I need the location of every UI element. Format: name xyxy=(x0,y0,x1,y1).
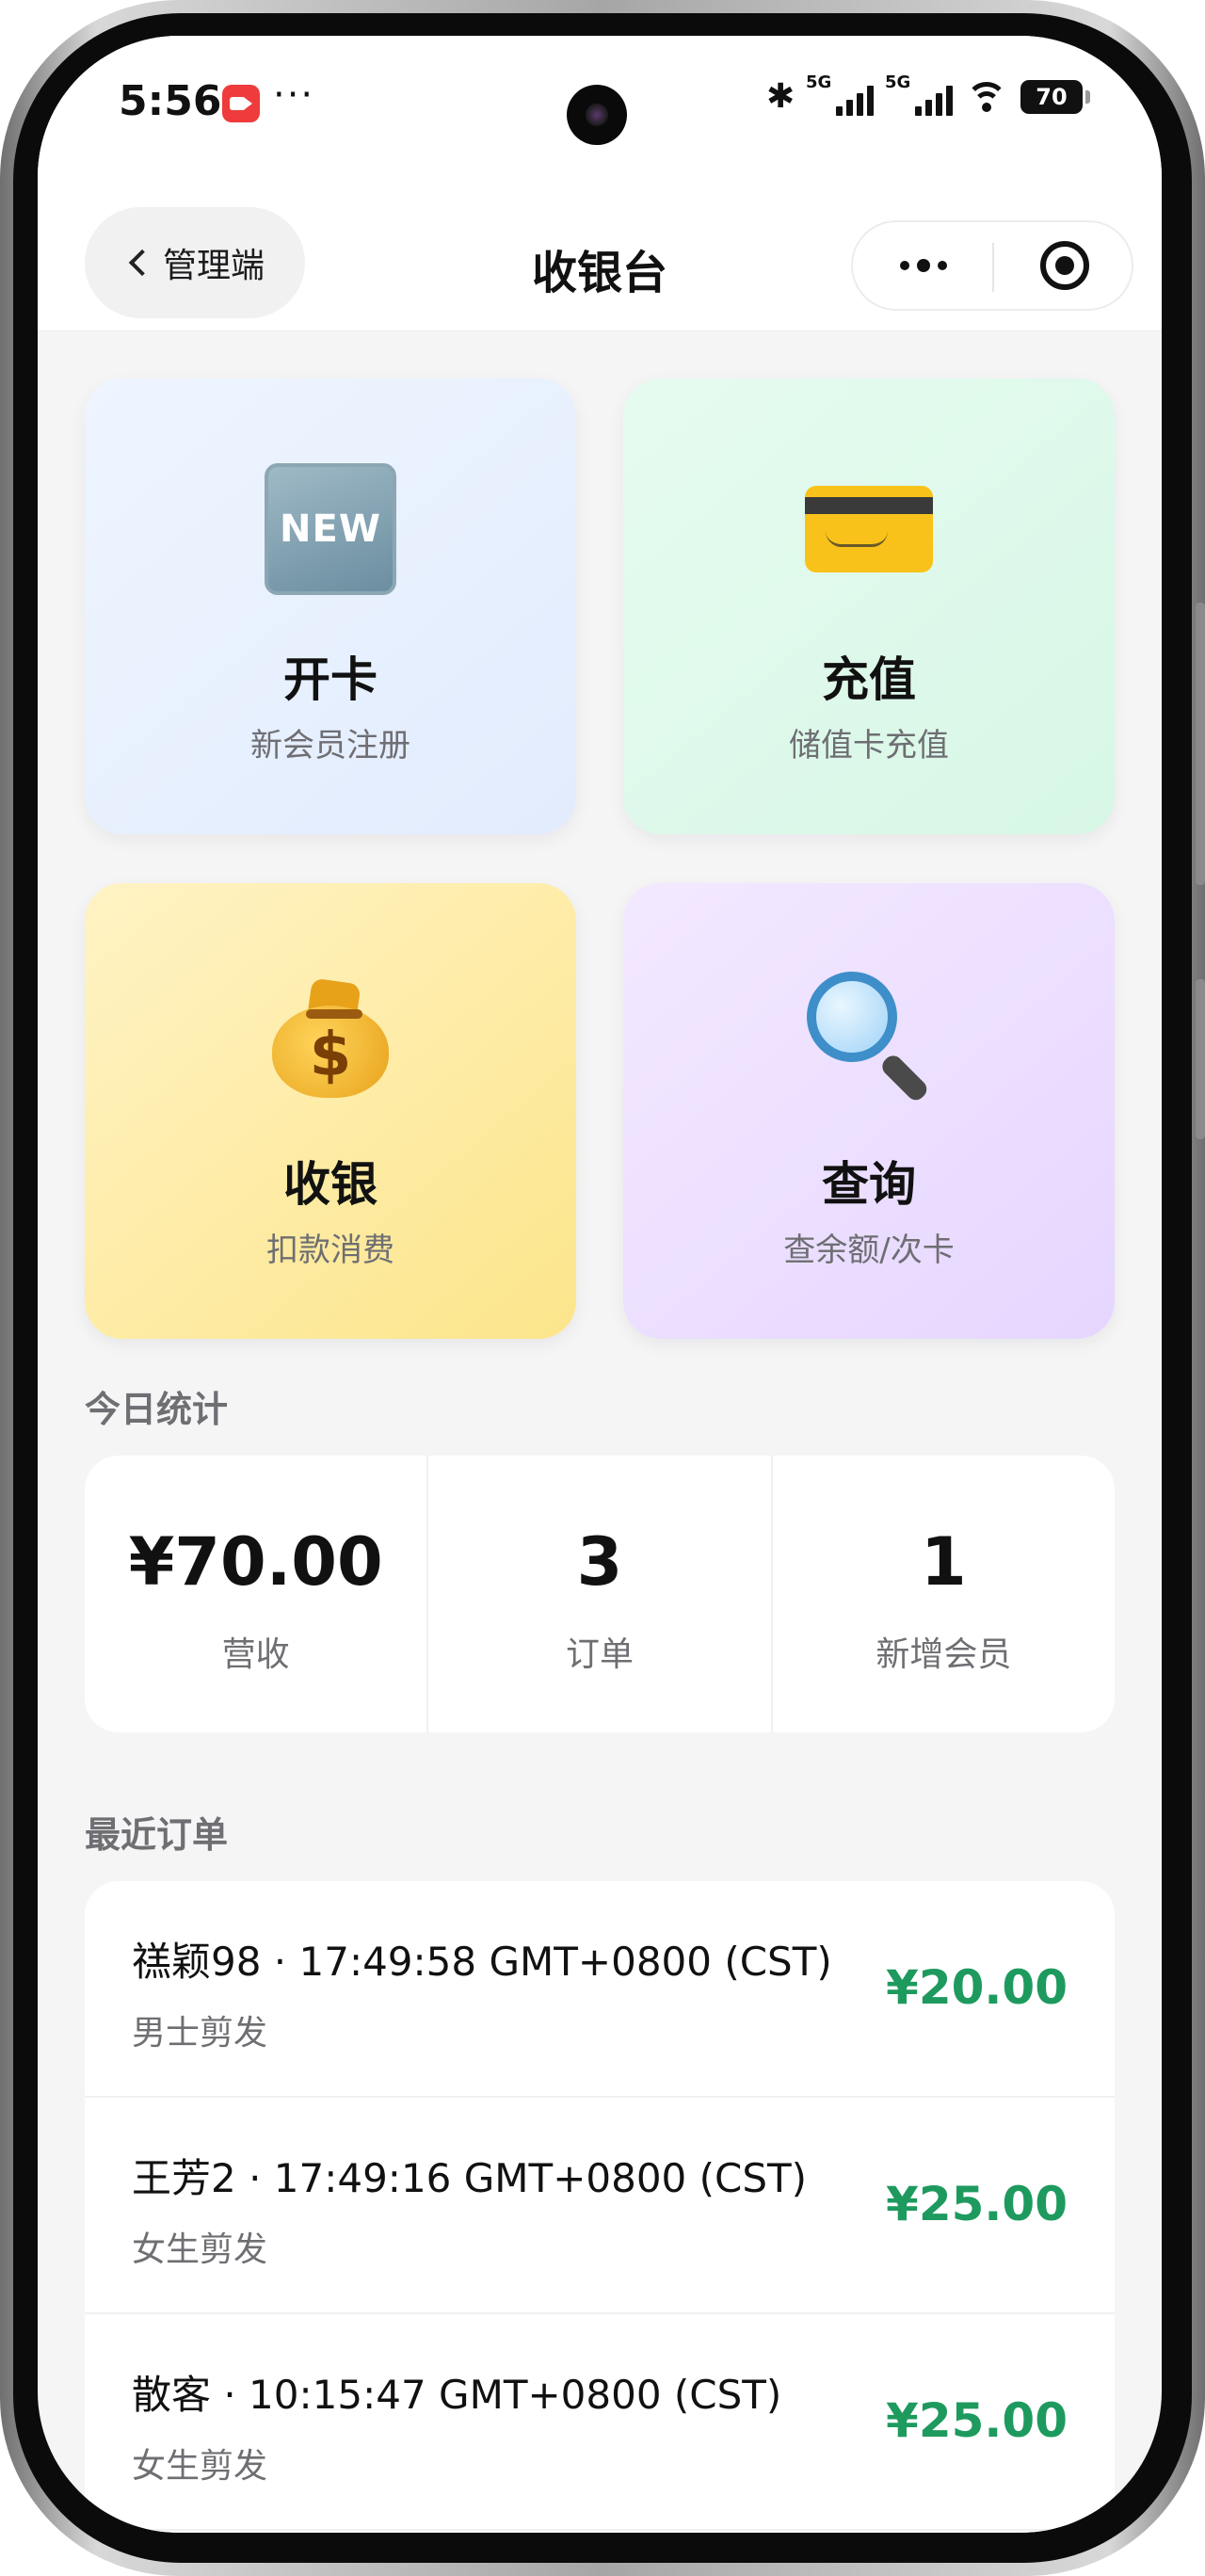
stats-card: ¥70.00 营收 3 订单 1 新增会员 xyxy=(85,1456,1115,1732)
action-grid: NEW 开卡 新会员注册 充值 储值卡充值 $ 收银 扣款消费 查询 查余额/次… xyxy=(85,378,1115,1339)
order-amount: ¥20.00 xyxy=(886,1960,1068,2015)
dollar-sign: $ xyxy=(309,1021,352,1090)
recharge-button[interactable]: 充值 储值卡充值 xyxy=(623,378,1115,834)
status-time: 5:56 xyxy=(119,77,222,125)
new-badge-icon: NEW xyxy=(265,463,396,595)
query-button[interactable]: 查询 查余额/次卡 xyxy=(623,883,1115,1339)
stat-orders: 3 订单 xyxy=(426,1456,770,1732)
card-title: 充值 xyxy=(822,652,916,707)
magnifier-icon xyxy=(803,968,935,1104)
mini-program-capsule xyxy=(851,220,1133,311)
more-menu-button[interactable] xyxy=(853,222,994,309)
money-bag-icon: $ xyxy=(265,968,396,1100)
new-badge-text: NEW xyxy=(280,507,381,551)
card-title: 查询 xyxy=(822,1157,916,1212)
close-mini-program-button[interactable] xyxy=(994,222,1135,309)
signal-icon: 5G xyxy=(885,72,953,116)
order-service: 女生剪发 xyxy=(132,2447,268,2486)
wifi-icon xyxy=(964,78,1009,116)
bluetooth-icon: ✱ xyxy=(766,77,795,116)
order-title: 王芳2 · 17:49:16 GMT+0800 (CST) xyxy=(132,2155,808,2201)
target-icon xyxy=(1040,241,1089,290)
dot-icon xyxy=(938,261,947,270)
order-amount: ¥25.00 xyxy=(886,2393,1068,2448)
dot-icon xyxy=(917,259,930,272)
battery-icon: 70 xyxy=(1020,79,1090,114)
stat-value: 1 xyxy=(920,1523,967,1601)
status-bar: 5:56 ··· ✱ 5G 5G 70 xyxy=(38,36,1162,177)
card-title: 开卡 xyxy=(283,652,378,707)
volume-button xyxy=(1196,603,1205,885)
nav-bar: 管理端 收银台 xyxy=(38,177,1162,331)
card-subtitle: 储值卡充值 xyxy=(789,727,949,765)
card-subtitle: 新会员注册 xyxy=(250,727,410,765)
power-button xyxy=(1196,979,1205,1139)
credit-card-icon xyxy=(803,463,935,595)
stat-label: 订单 xyxy=(565,1635,634,1674)
orders-section-title: 最近订单 xyxy=(85,1814,229,1856)
screen: 5:56 ··· ✱ 5G 5G 70 管理端 收银台 NEW 开卡 新会员注册… xyxy=(38,36,1162,2533)
dot-icon xyxy=(900,261,909,270)
stat-label: 营收 xyxy=(221,1635,290,1674)
signal-label: 5G xyxy=(885,72,911,92)
order-row[interactable]: 禚颖98 · 17:49:58 GMT+0800 (CST) 男士剪发 ¥20.… xyxy=(85,1881,1115,2098)
front-camera xyxy=(567,85,627,145)
stats-section-title: 今日统计 xyxy=(85,1389,229,1430)
stat-label: 新增会员 xyxy=(876,1635,1012,1674)
orders-list: 禚颖98 · 17:49:58 GMT+0800 (CST) 男士剪发 ¥20.… xyxy=(85,1881,1115,2533)
signal-label: 5G xyxy=(806,72,832,92)
screen-record-icon xyxy=(222,85,260,122)
stat-value: 3 xyxy=(576,1523,623,1601)
order-title: 散客 · 10:15:47 GMT+0800 (CST) xyxy=(132,2372,782,2418)
stat-new-members: 1 新增会员 xyxy=(770,1456,1115,1732)
order-row[interactable]: 王芳2 · 17:49:16 GMT+0800 (CST) 女生剪发 ¥25.0… xyxy=(85,2098,1115,2314)
card-subtitle: 扣款消费 xyxy=(266,1232,394,1269)
card-title: 收银 xyxy=(283,1157,378,1212)
order-service: 男士剪发 xyxy=(132,2014,268,2053)
status-more-icon: ··· xyxy=(273,73,315,117)
checkout-button[interactable]: $ 收银 扣款消费 xyxy=(85,883,576,1339)
stat-revenue: ¥70.00 营收 xyxy=(85,1456,426,1732)
signal-icon: 5G xyxy=(806,72,874,116)
order-row[interactable]: 散客 · 10:15:47 GMT+0800 (CST) 女生剪发 ¥25.00 xyxy=(85,2314,1115,2531)
status-icons: ✱ 5G 5G 70 xyxy=(766,72,1090,116)
stat-value: ¥70.00 xyxy=(128,1523,383,1601)
order-service: 女生剪发 xyxy=(132,2230,268,2269)
card-subtitle: 查余额/次卡 xyxy=(783,1232,955,1269)
order-amount: ¥25.00 xyxy=(886,2177,1068,2231)
order-title: 禚颖98 · 17:49:58 GMT+0800 (CST) xyxy=(132,1939,832,1985)
open-card-button[interactable]: NEW 开卡 新会员注册 xyxy=(85,378,576,834)
